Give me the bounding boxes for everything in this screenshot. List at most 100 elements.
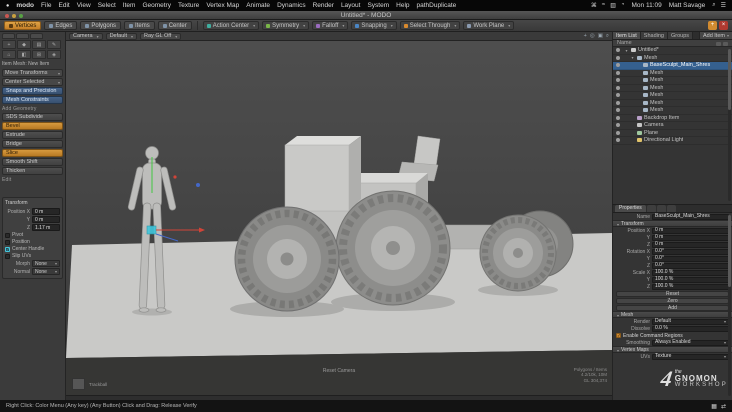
command-regions-checkbox[interactable] — [616, 333, 621, 338]
add-icon[interactable]: + — [2, 40, 16, 49]
item-row[interactable]: Mesh — [613, 100, 732, 107]
visibility-eye-icon[interactable] — [616, 93, 620, 98]
viewport-3d[interactable]: Reset Camera Polygons / Items 4.2/10k, 1… — [66, 41, 612, 395]
menu-texture[interactable]: Texture — [178, 2, 199, 9]
menu-dynamics[interactable]: Dynamics — [277, 2, 306, 9]
rotation-z-field[interactable]: 0.0° — [652, 262, 729, 269]
center-selected-dropdown[interactable]: Center Selected — [2, 78, 63, 86]
menu-system[interactable]: System — [367, 2, 389, 9]
sidebar-tab[interactable] — [2, 33, 15, 39]
mode-edges-button[interactable]: Edges — [44, 21, 78, 30]
minimize-window-button[interactable] — [12, 13, 16, 18]
channels-tab-icon[interactable] — [646, 205, 656, 212]
menu-help[interactable]: Help — [396, 2, 409, 9]
window-titlebar[interactable]: Untitled* - MODO — [0, 11, 732, 20]
sds-subdivide-button[interactable]: SDS Subdivide — [2, 113, 63, 121]
morph-select[interactable]: None — [32, 260, 60, 267]
visibility-eye-icon[interactable] — [616, 63, 620, 68]
display-tab-icon[interactable] — [656, 205, 666, 212]
add-tool-button[interactable]: + — [708, 21, 717, 30]
item-row[interactable]: Camera — [613, 122, 732, 130]
menu-animate[interactable]: Animate — [246, 2, 270, 9]
action-center-dropdown[interactable]: Action Center — [202, 21, 260, 30]
item-row[interactable]: Plane — [613, 130, 732, 137]
tab-groups[interactable]: Groups — [667, 32, 694, 39]
battery-icon[interactable]: ▥ — [610, 2, 616, 9]
item-row[interactable]: Mesh — [613, 55, 732, 62]
item-row-scene[interactable]: Untitled* — [613, 47, 732, 55]
bevel-button[interactable]: Bevel — [2, 122, 63, 130]
sidebar-tab[interactable] — [30, 33, 43, 39]
half-square-icon[interactable]: ◧ — [17, 50, 31, 59]
reset-camera-label[interactable]: Reset Camera — [66, 368, 612, 374]
mode-items-button[interactable]: Items — [124, 21, 155, 30]
menu-vertex-map[interactable]: Vertex Map — [206, 2, 239, 9]
select-through-dropdown[interactable]: Select Through — [399, 21, 461, 30]
viewport-canvas[interactable] — [66, 41, 612, 395]
visibility-eye-icon[interactable] — [616, 55, 620, 60]
add-item-button[interactable]: Add Item — [698, 32, 732, 39]
grid-plus-icon[interactable]: ⊞ — [32, 50, 46, 59]
menu-item[interactable]: Item — [123, 2, 136, 9]
close-window-button[interactable] — [5, 13, 9, 18]
menu-modo[interactable]: modo — [16, 2, 34, 9]
menu-view[interactable]: View — [77, 2, 91, 9]
sidebar-tab[interactable] — [16, 33, 29, 39]
position-y-field[interactable]: 0 m — [652, 234, 729, 241]
snapping-dropdown[interactable]: Snapping — [351, 21, 397, 30]
scale-z-field[interactable]: 100.0 % — [652, 283, 729, 290]
menu-layout[interactable]: Layout — [341, 2, 361, 9]
zoom-window-button[interactable] — [19, 13, 23, 18]
visibility-eye-icon[interactable] — [616, 100, 620, 105]
item-name-field[interactable]: BaseSculpt_Main_Shres — [652, 213, 729, 220]
menu-render[interactable]: Render — [313, 2, 334, 9]
menu-user[interactable]: Matt Savage — [669, 2, 706, 9]
rotation-x-field[interactable]: 0.0° — [652, 248, 729, 255]
disclosure-icon[interactable] — [630, 55, 635, 60]
position-x-field[interactable]: 0 m — [32, 208, 60, 215]
extrude-button[interactable]: Extrude — [2, 131, 63, 139]
viewport-camera-menu[interactable]: Camera — [69, 32, 103, 40]
item-row[interactable]: Backdrop Item — [613, 115, 732, 122]
swap-layout-icon[interactable]: ⇄ — [721, 403, 726, 410]
visibility-eye-icon[interactable] — [616, 130, 620, 135]
maximize-viewport-icon[interactable]: ▣ — [598, 33, 603, 40]
diamond-icon[interactable]: ◈ — [47, 50, 61, 59]
visibility-eye-icon[interactable] — [616, 108, 620, 113]
position-y-field[interactable]: 0 m — [32, 216, 60, 223]
keyboard-icon[interactable]: ⌘ — [591, 2, 597, 9]
mode-vertices-button[interactable]: Vertices — [4, 21, 42, 30]
filter-icon[interactable] — [716, 41, 721, 46]
list-icon[interactable]: ▤ — [32, 40, 46, 49]
snaps-precision-button[interactable]: Snaps and Precision — [2, 87, 63, 95]
close-tool-button[interactable]: × — [719, 21, 728, 30]
visibility-eye-icon[interactable] — [616, 138, 620, 143]
position-checkbox[interactable] — [5, 239, 10, 245]
viewport-shading-menu[interactable]: Default — [105, 32, 138, 40]
item-list-scrollbar[interactable] — [728, 49, 731, 201]
item-row[interactable]: Mesh — [613, 92, 732, 100]
menu-geometry[interactable]: Geometry — [142, 2, 171, 9]
falloff-dropdown[interactable]: Falloff — [312, 21, 349, 30]
menu-clock[interactable]: Mon 11:09 — [632, 2, 662, 9]
item-row[interactable]: Mesh — [613, 77, 732, 85]
center-handle-checkbox[interactable] — [5, 246, 10, 252]
grid-toggle-icon[interactable]: ▦ — [711, 403, 717, 410]
tab-shading[interactable]: Shading — [640, 32, 668, 39]
menu-file[interactable]: File — [41, 2, 51, 9]
item-row-selected[interactable]: BaseSculpt_Main_Shres — [613, 62, 732, 70]
visibility-eye-icon[interactable] — [616, 48, 620, 53]
move-transforms-dropdown[interactable]: Move Transforms — [2, 69, 63, 77]
thicken-button[interactable]: Thicken — [2, 167, 63, 175]
menu-edit[interactable]: Edit — [59, 2, 70, 9]
zero-button[interactable]: Zero — [616, 298, 729, 304]
pivot-checkbox[interactable] — [5, 232, 10, 238]
scale-x-field[interactable]: 100.0 % — [652, 269, 729, 276]
menu-pathduplicate[interactable]: pathDuplicate — [417, 2, 457, 9]
position-z-field[interactable]: 1.17 m — [32, 224, 60, 231]
visibility-eye-icon[interactable] — [616, 123, 620, 128]
pan-icon[interactable]: + — [584, 33, 587, 40]
orbit-icon[interactable]: ◎ — [590, 33, 595, 40]
visibility-eye-icon[interactable] — [616, 115, 620, 120]
item-row[interactable]: Mesh — [613, 107, 732, 115]
